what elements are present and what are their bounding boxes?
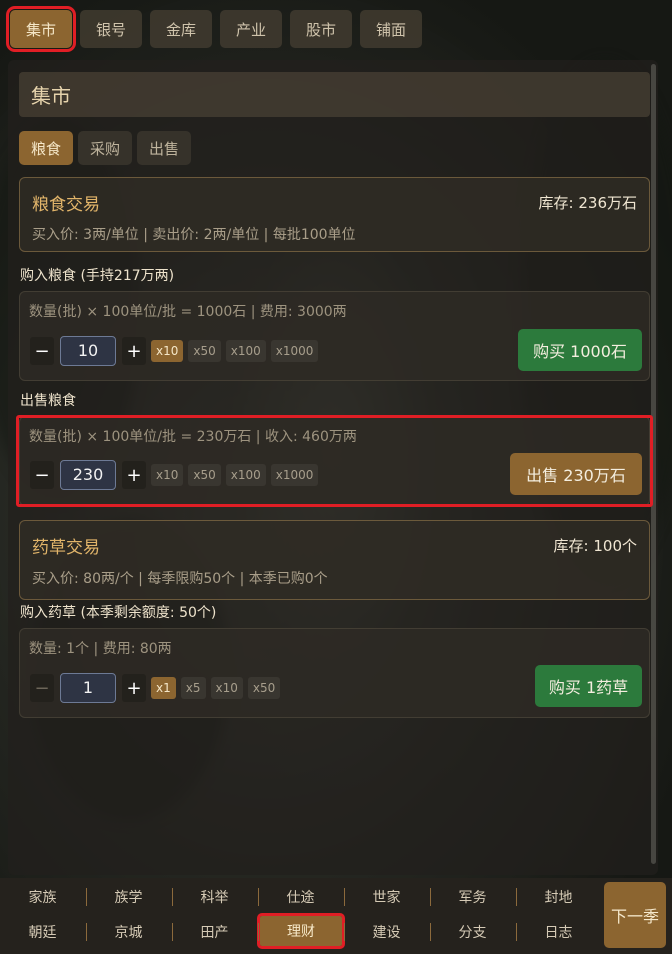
herb-buy-quantity-input[interactable]: 1: [60, 673, 116, 703]
herb-stock: 库存: 100个: [553, 537, 637, 555]
nav-fief[interactable]: 封地: [516, 882, 601, 912]
increment-button[interactable]: +: [122, 674, 146, 702]
grain-sell-label: 出售粮食: [20, 393, 76, 409]
nav-career[interactable]: 仕途: [258, 882, 343, 912]
subtab-sell[interactable]: 出售: [137, 131, 192, 165]
nav-grid: 家族 族学 科举 仕途 世家 军务 封地 朝廷 京城 田产 理财 建设 分支 日…: [0, 878, 600, 954]
tab-shops[interactable]: 铺面: [360, 10, 422, 48]
herb-trade-card: 药草交易 库存: 100个 买入价: 80两/个 | 每季限购50个 | 本季已…: [19, 520, 650, 600]
herb-buy-stepper: − 1 + x1 x5 x10 x50: [30, 673, 281, 703]
next-season-button[interactable]: 下一季: [604, 882, 666, 948]
nav-separator: [86, 923, 87, 941]
nav-farmland[interactable]: 田产: [172, 917, 257, 947]
grain-trade-title: 粮食交易: [32, 195, 100, 215]
multiplier-x50[interactable]: x50: [247, 677, 281, 699]
nav-finance[interactable]: 理财: [257, 913, 345, 949]
grain-buy-info: 数量(批) × 100单位/批 = 1000石 | 费用: 3000两: [29, 304, 347, 320]
buy-grain-button[interactable]: 购买 1000石: [518, 329, 642, 371]
highlight-box: [16, 415, 653, 507]
tab-industry[interactable]: 产业: [220, 10, 282, 48]
multiplier-x1000[interactable]: x1000: [270, 340, 319, 362]
multiplier-x1[interactable]: x1: [151, 677, 176, 699]
nav-noble-houses[interactable]: 世家: [344, 882, 429, 912]
grain-buy-quantity-input[interactable]: 10: [60, 336, 116, 366]
nav-separator: [86, 888, 87, 906]
bottom-nav: 家族 族学 科举 仕途 世家 军务 封地 朝廷 京城 田产 理财 建设 分支 日…: [0, 878, 672, 954]
nav-capital[interactable]: 京城: [86, 917, 171, 947]
herb-trade-title: 药草交易: [32, 538, 100, 558]
nav-separator: [516, 888, 517, 906]
nav-military[interactable]: 军务: [430, 882, 515, 912]
nav-separator: [430, 923, 431, 941]
grain-trade-card: 粮食交易 库存: 236万石 买入价: 3两/单位 | 卖出价: 2两/单位 |…: [19, 177, 650, 252]
subtab-purchase[interactable]: 采购: [78, 131, 133, 165]
subtabs: 粮食 采购 出售: [19, 131, 192, 165]
multiplier-x10[interactable]: x10: [151, 340, 184, 362]
grain-buy-stepper: − 10 + x10 x50 x100 x1000: [30, 336, 319, 366]
nav-imperial-exam[interactable]: 科举: [172, 882, 257, 912]
nav-separator: [258, 923, 259, 941]
nav-separator: [172, 888, 173, 906]
tab-bank[interactable]: 银号: [80, 10, 142, 48]
grain-buy-panel: 数量(批) × 100单位/批 = 1000石 | 费用: 3000两 − 10…: [19, 291, 650, 381]
nav-log[interactable]: 日志: [516, 917, 601, 947]
grain-prices: 买入价: 3两/单位 | 卖出价: 2两/单位 | 每批100单位: [32, 227, 356, 243]
nav-family[interactable]: 家族: [0, 882, 85, 912]
multiplier-x5[interactable]: x5: [180, 677, 206, 699]
nav-branches[interactable]: 分支: [430, 917, 515, 947]
nav-separator: [430, 888, 431, 906]
tab-market[interactable]: 集市: [6, 6, 76, 52]
nav-separator: [344, 923, 345, 941]
top-tabs: 集市 银号 金库 产业 股市 铺面: [6, 6, 422, 52]
multiplier-x100[interactable]: x100: [225, 340, 266, 362]
increment-button[interactable]: +: [122, 337, 146, 365]
multiplier-x50[interactable]: x50: [188, 340, 221, 362]
herb-buy-label: 购入药草 (本季剩余额度: 50个): [20, 605, 217, 621]
nav-separator: [258, 888, 259, 906]
subtab-grain[interactable]: 粮食: [19, 131, 74, 165]
tab-stock-market[interactable]: 股市: [290, 10, 352, 48]
nav-clan-school[interactable]: 族学: [86, 882, 171, 912]
multiplier-x10[interactable]: x10: [210, 677, 243, 699]
tab-treasury[interactable]: 金库: [150, 10, 212, 48]
grain-buy-label: 购入粮食 (手持217万两): [20, 268, 175, 284]
herb-prices: 买入价: 80两/个 | 每季限购50个 | 本季已购0个: [32, 571, 328, 587]
grain-stock: 库存: 236万石: [538, 194, 637, 212]
nav-construction[interactable]: 建设: [344, 917, 429, 947]
decrement-button[interactable]: −: [30, 674, 54, 702]
nav-separator: [344, 888, 345, 906]
herb-buy-info: 数量: 1个 | 费用: 80两: [29, 641, 172, 657]
nav-court[interactable]: 朝廷: [0, 917, 85, 947]
nav-separator: [172, 923, 173, 941]
herb-buy-panel: 数量: 1个 | 费用: 80两 − 1 + x1 x5 x10 x50 购买 …: [19, 628, 650, 718]
buy-herb-button[interactable]: 购买 1药草: [535, 665, 642, 707]
page-title: 集市: [19, 72, 650, 117]
decrement-button[interactable]: −: [30, 337, 54, 365]
nav-separator: [516, 923, 517, 941]
